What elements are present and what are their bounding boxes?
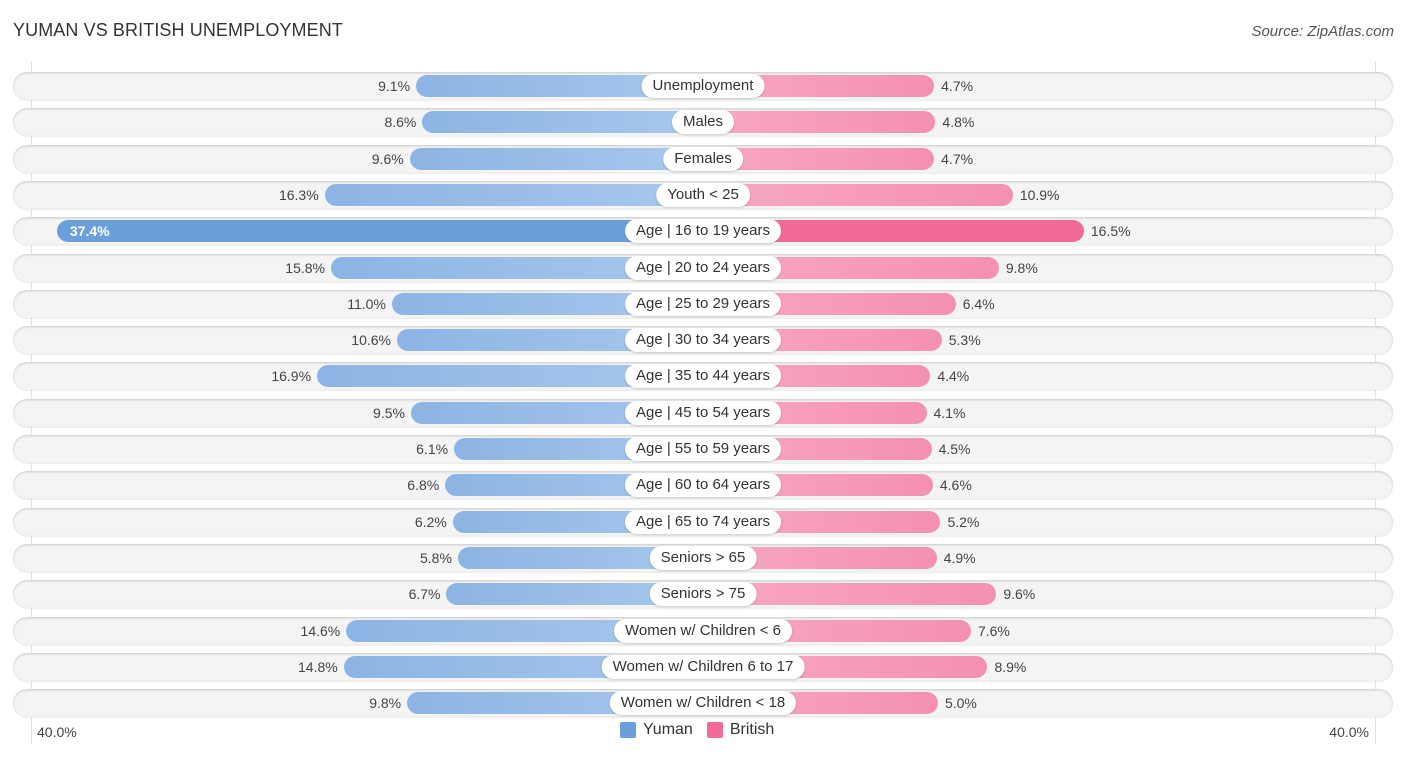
- value-label-yuman: 8.6%: [384, 114, 417, 130]
- value-label-british: 7.6%: [977, 623, 1010, 639]
- legend-swatch-yuman: [620, 722, 636, 738]
- value-label-yuman: 9.1%: [378, 78, 411, 94]
- value-label-british: 6.4%: [962, 296, 995, 312]
- bar-yuman: [56, 220, 703, 242]
- value-label-yuman: 37.4%: [69, 223, 110, 239]
- axis-label-left: 40.0%: [37, 724, 77, 740]
- value-label-yuman: 14.8%: [298, 659, 338, 675]
- legend: Yuman British: [620, 721, 788, 739]
- value-label-yuman: 9.6%: [371, 151, 404, 167]
- value-label-british: 4.4%: [937, 368, 970, 384]
- chart-title: YUMAN VS BRITISH UNEMPLOYMENT: [13, 20, 343, 40]
- value-label-british: 9.6%: [1003, 586, 1036, 602]
- legend-label-british: British: [729, 721, 775, 738]
- value-label-yuman: 9.8%: [369, 695, 402, 711]
- category-label: Seniors > 65: [649, 546, 757, 570]
- category-label: Females: [663, 147, 743, 171]
- legend-swatch-british: [706, 722, 723, 738]
- value-label-british: 5.0%: [944, 695, 977, 711]
- category-label: Age | 45 to 54 years: [625, 401, 781, 425]
- value-label-yuman: 16.3%: [278, 187, 319, 203]
- value-label-british: 10.9%: [1019, 187, 1060, 203]
- value-label-yuman: 10.6%: [351, 332, 391, 348]
- category-label: Youth < 25: [656, 183, 750, 207]
- value-label-yuman: 11.0%: [347, 296, 386, 312]
- category-label: Age | 16 to 19 years: [625, 219, 781, 243]
- value-label-british: 8.9%: [994, 659, 1027, 675]
- category-label: Women w/ Children < 18: [609, 691, 797, 715]
- legend-label-yuman: Yuman: [643, 721, 693, 738]
- category-label: Age | 55 to 59 years: [625, 437, 781, 461]
- bar-yuman: [422, 111, 703, 133]
- value-label-yuman: 9.5%: [373, 405, 405, 421]
- category-label: Age | 30 to 34 years: [625, 328, 781, 352]
- value-label-british: 4.7%: [941, 151, 974, 167]
- bar-yuman: [324, 184, 703, 206]
- bar-british: [703, 111, 936, 133]
- value-label-british: 4.9%: [943, 550, 976, 566]
- value-label-british: 4.6%: [939, 477, 972, 493]
- category-label: Seniors > 75: [649, 582, 757, 606]
- bar-yuman: [409, 148, 703, 170]
- category-label: Age | 60 to 64 years: [625, 473, 781, 497]
- category-label: Males: [671, 110, 735, 134]
- category-label: Age | 65 to 74 years: [625, 510, 781, 534]
- value-label-yuman: 16.9%: [271, 368, 312, 384]
- value-label-yuman: 14.6%: [300, 623, 341, 639]
- source-label: Source: ZipAtlas.com: [1251, 23, 1394, 40]
- category-label: Women w/ Children < 6: [613, 619, 793, 643]
- category-label: Unemployment: [641, 74, 765, 98]
- category-label: Age | 25 to 29 years: [625, 292, 781, 316]
- value-label-british: 5.2%: [947, 514, 980, 530]
- category-label: Age | 20 to 24 years: [625, 256, 781, 280]
- axis-label-right: 40.0%: [1329, 724, 1369, 740]
- category-label: Women w/ Children 6 to 17: [601, 655, 805, 679]
- value-label-british: 5.3%: [948, 332, 981, 348]
- value-label-yuman: 6.2%: [414, 514, 447, 530]
- value-label-yuman: 15.8%: [285, 260, 325, 276]
- value-label-british: 4.7%: [941, 78, 974, 94]
- value-label-british: 16.5%: [1090, 223, 1131, 239]
- value-label-british: 4.8%: [942, 114, 975, 130]
- legend-item-british: British: [706, 721, 775, 739]
- value-label-british: 4.5%: [938, 441, 971, 457]
- value-label-yuman: 5.8%: [419, 550, 452, 566]
- legend-item-yuman: Yuman: [620, 721, 693, 739]
- category-label: Age | 35 to 44 years: [625, 364, 781, 388]
- value-label-british: 4.1%: [933, 405, 966, 421]
- value-label-yuman: 6.7%: [408, 586, 441, 602]
- value-label-british: 9.8%: [1005, 260, 1038, 276]
- value-label-yuman: 6.1%: [416, 441, 449, 457]
- value-label-yuman: 6.8%: [407, 477, 440, 493]
